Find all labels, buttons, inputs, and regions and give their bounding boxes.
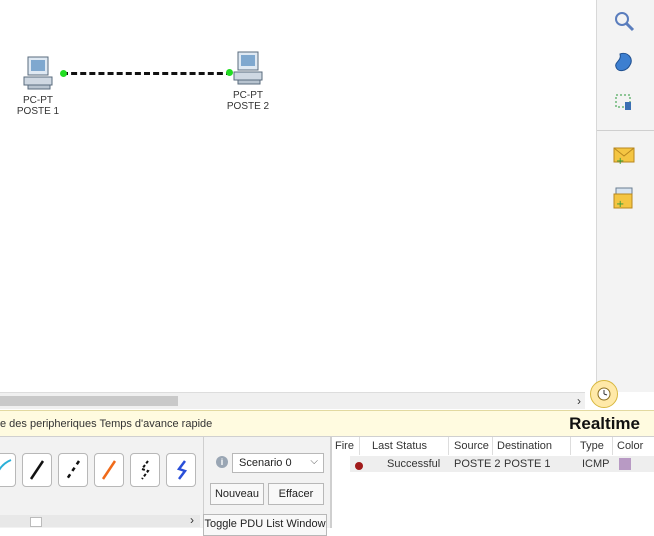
bottom-panel: › i Scenario 0 ⌵ Nouveau Effacer Toggle … [0, 436, 654, 536]
scenario-panel: i Scenario 0 ⌵ Nouveau Effacer Toggle PD… [203, 437, 331, 536]
device-name-label: POSTE 1 [16, 106, 60, 117]
pc-poste-2[interactable]: PC-PT POSTE 2 [218, 50, 278, 112]
device-name-label: POSTE 2 [226, 101, 270, 112]
column-header-type: Type [580, 440, 604, 452]
logical-workspace[interactable]: PC-PT POSTE 1 PC-PT POSTE 2 [0, 0, 596, 392]
straight-cable-icon[interactable] [22, 453, 52, 487]
delete-scenario-button[interactable]: Effacer [268, 483, 324, 505]
cell-destination: POSTE 1 [504, 458, 551, 470]
device-model-label: PC-PT [233, 90, 263, 101]
toggle-pdu-list-button[interactable]: Toggle PDU List Window [203, 514, 327, 536]
zoom-icon[interactable] [611, 8, 637, 34]
crossover-cable-icon[interactable] [58, 453, 88, 487]
column-header-source: Source [454, 440, 489, 452]
svg-text:+: + [616, 199, 624, 210]
scenario-select-value: Scenario 0 [239, 457, 292, 469]
new-scenario-button[interactable]: Nouveau [210, 483, 264, 505]
scenario-select[interactable]: Scenario 0 ⌵ [232, 453, 324, 473]
cell-color-swatch [619, 458, 631, 470]
realtime-clock-icon[interactable] [590, 380, 618, 408]
column-header-destination: Destination [497, 440, 553, 452]
svg-text:+: + [616, 156, 624, 166]
cable-link[interactable] [62, 72, 232, 75]
info-icon[interactable]: i [216, 456, 228, 468]
scrollbar-thumb[interactable] [30, 517, 42, 527]
right-toolbar: + + [596, 0, 654, 392]
add-complex-pdu-icon[interactable]: + [611, 185, 637, 211]
statusbar-left-text: e des peripheriques Temps d'avance rapid… [0, 418, 213, 430]
connections-panel: › [0, 437, 204, 528]
console-cable-icon[interactable] [0, 453, 16, 487]
column-header-fire: Fire [335, 440, 354, 452]
scroll-right-icon[interactable]: › [190, 513, 194, 527]
pdu-list-table: Fire Last Status Source Destination Type… [331, 437, 654, 528]
pc-icon [233, 51, 263, 85]
mode-statusbar: e des peripheriques Temps d'avance rapid… [0, 410, 654, 437]
scroll-right-icon[interactable]: › [577, 394, 581, 408]
device-model-label: PC-PT [23, 95, 53, 106]
serial-cable-icon[interactable] [166, 453, 196, 487]
add-simple-pdu-icon[interactable]: + [611, 142, 637, 168]
pc-poste-1[interactable]: PC-PT POSTE 1 [8, 55, 68, 117]
fire-indicator-icon[interactable] [355, 462, 363, 470]
chevron-down-icon: ⌵ [310, 456, 318, 467]
fiber-cable-icon[interactable] [94, 453, 124, 487]
cell-type: ICMP [582, 458, 610, 470]
connections-scrollbar[interactable]: › [0, 513, 200, 527]
resize-shape-icon[interactable] [611, 50, 637, 76]
cell-last-status: Successful [387, 458, 441, 470]
pc-icon [23, 56, 53, 90]
column-header-color: Color [617, 440, 644, 452]
phone-cable-icon[interactable] [130, 453, 160, 487]
scrollbar-thumb[interactable] [0, 396, 178, 406]
realtime-mode-label: Realtime [569, 414, 640, 433]
cell-source: POSTE 2 [454, 458, 501, 470]
column-header-last-status: Last Status [372, 440, 428, 452]
select-area-icon[interactable] [611, 90, 637, 116]
workspace-horizontal-scrollbar[interactable]: › [0, 392, 585, 409]
